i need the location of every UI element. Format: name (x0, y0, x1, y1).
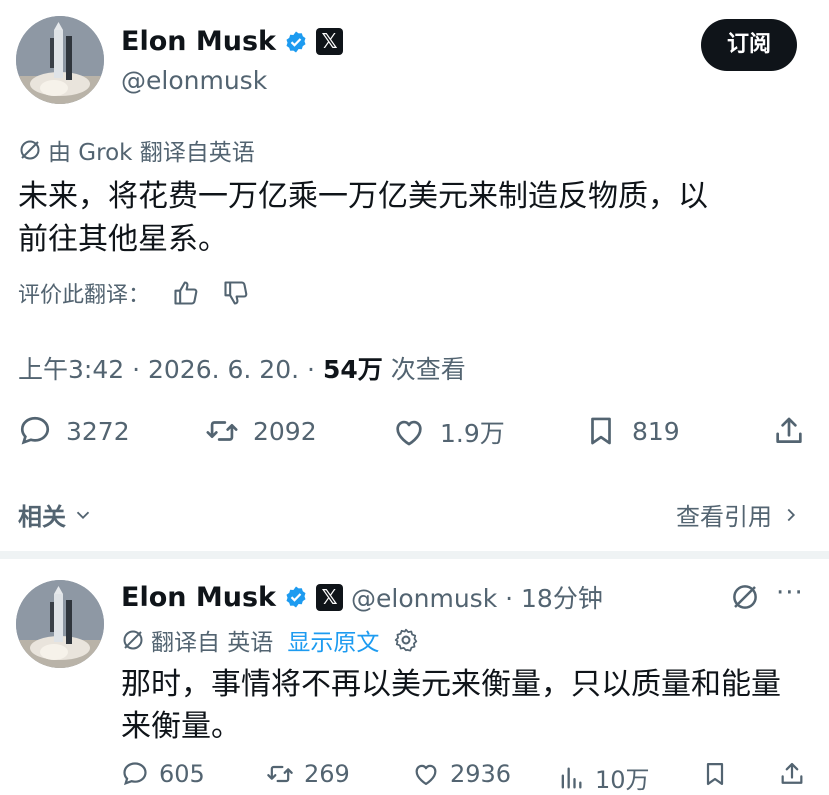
reply-share-button[interactable] (778, 760, 806, 792)
reply-bookmark-button[interactable] (701, 760, 729, 792)
reply-button[interactable]: 3272 (18, 414, 130, 448)
like-icon (396, 420, 422, 446)
related-dropdown[interactable]: 相关 (18, 497, 94, 532)
reply-views-button[interactable]: 10万 (557, 760, 650, 795)
subscribe-button[interactable]: 订阅 (701, 19, 797, 71)
reply-translation-label: 翻译自 英语 (151, 630, 274, 656)
like-icon (415, 764, 437, 786)
share-icon (776, 417, 802, 443)
x-logo-icon: 𝕏 (316, 583, 343, 611)
quote-label: 查看引用 (676, 503, 772, 531)
x-logo-icon: 𝕏 (316, 28, 343, 55)
thumbs-up-icon[interactable] (172, 279, 200, 307)
grok-icon[interactable] (730, 582, 760, 616)
reply-repost-button[interactable]: 269 (266, 760, 350, 788)
verified-icon (284, 585, 308, 609)
reply-icon (123, 762, 147, 786)
grok-icon (121, 628, 145, 652)
share-button[interactable] (772, 414, 806, 452)
bookmark-icon (591, 417, 611, 445)
repost-icon (206, 421, 238, 441)
translation-label: 由 Grok 翻译自英语 (48, 140, 255, 166)
reply-reply-count: 605 (159, 760, 205, 788)
section-divider (0, 551, 829, 559)
reply-text-line-2: 来衡量。 (121, 709, 241, 744)
views-label: 次查看 (390, 355, 466, 384)
reply-icon (20, 416, 50, 445)
like-button[interactable]: 1.9万 (392, 414, 505, 450)
related-label: 相关 (18, 503, 66, 531)
reply-count: 3272 (66, 416, 130, 446)
bookmark-count: 819 (632, 416, 680, 446)
avatar[interactable] (16, 16, 104, 104)
repost-button[interactable]: 2092 (205, 414, 317, 448)
reply-repost-count: 269 (304, 760, 350, 788)
author-handle[interactable]: @elonmusk (121, 66, 267, 95)
post-time[interactable]: 上午3:42 · 2026. 6. 20. · (18, 350, 315, 386)
reply-reply-button[interactable]: 605 (121, 760, 205, 788)
thumbs-down-icon[interactable] (222, 279, 250, 307)
repost-icon (267, 765, 293, 783)
rate-translation-label: 评价此翻译： (18, 283, 151, 308)
reply-like-count: 2936 (450, 760, 512, 788)
reply-like-button[interactable]: 2936 (412, 760, 511, 788)
like-count: 1.9万 (440, 419, 505, 448)
show-original-link[interactable]: 显示原文 (287, 623, 379, 657)
chevron-right-icon (787, 508, 796, 521)
post-text-line-2: 前往其他星系。 (18, 222, 228, 257)
reply-text-line-1: 那时，事情将不再以美元来衡量，只以质量和能量 (121, 667, 781, 702)
chevron-down-icon (76, 511, 90, 519)
reply-handle-time[interactable]: @elonmusk · 18分钟 (351, 579, 603, 615)
views-icon (561, 767, 582, 788)
repost-count: 2092 (253, 416, 317, 446)
post-text-line-1: 未来，将花费一万亿乘一万亿美元来制造反物质，以 (18, 179, 708, 214)
bookmark-icon (706, 762, 724, 786)
view-quotes-link[interactable]: 查看引用 (676, 497, 802, 532)
reply-avatar[interactable] (16, 580, 104, 668)
author-name[interactable]: Elon Musk (121, 26, 276, 57)
more-icon[interactable]: ··· (776, 578, 804, 608)
settings-icon[interactable] (393, 627, 419, 653)
bookmark-button[interactable]: 819 (584, 414, 680, 448)
reply-author-name[interactable]: Elon Musk (121, 582, 276, 613)
reply-views-count: 10万 (595, 766, 650, 794)
verified-icon (284, 30, 308, 54)
views-count: 54万 (322, 355, 383, 384)
grok-icon (18, 138, 42, 162)
share-icon (781, 762, 803, 784)
